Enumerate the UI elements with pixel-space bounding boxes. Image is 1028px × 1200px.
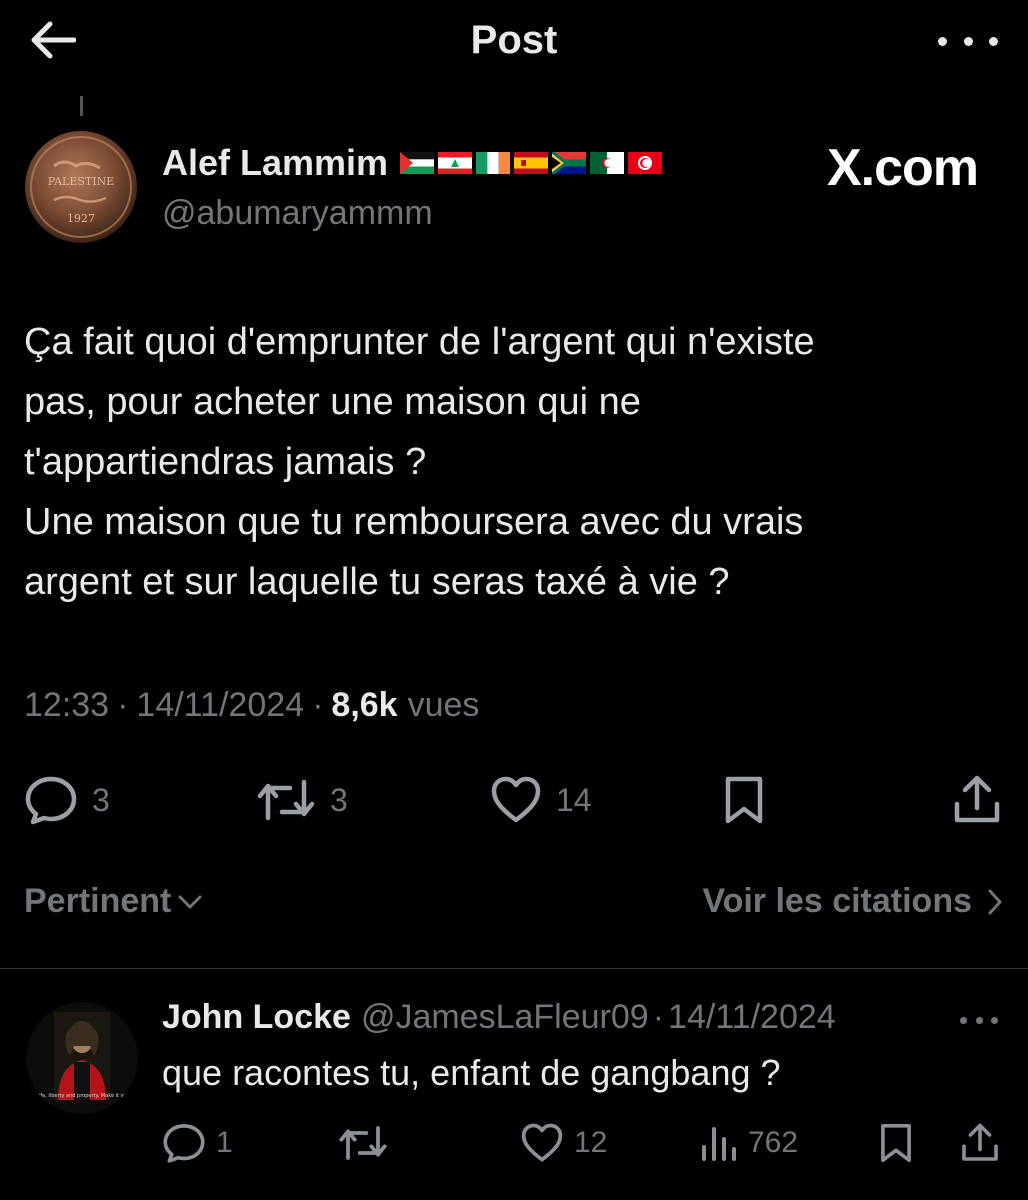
- reply-more-button[interactable]: [960, 1014, 998, 1026]
- post-text-line: Ça fait quoi d'emprunter de l'argent qui…: [24, 321, 815, 363]
- reply-bubble-icon: [25, 776, 77, 825]
- meta-separator: ·: [312, 686, 324, 724]
- watermark-x-com: X.com: [826, 139, 979, 197]
- reply-text: que racontes tu, enfant de gangbang ?: [162, 1052, 781, 1093]
- author-handle[interactable]: @abumaryammm: [162, 194, 433, 233]
- reply-header: John Locke @JamesLaFleur09 · 14/11/2024: [162, 998, 836, 1037]
- views-count[interactable]: 8,6k: [331, 686, 397, 725]
- coin-year: 1927: [67, 212, 95, 225]
- chevron-down-icon: [178, 895, 202, 908]
- flag-spain-icon: [514, 152, 549, 174]
- analytics-bars-icon: [702, 1127, 736, 1161]
- bookmark-button[interactable]: [722, 772, 766, 828]
- flag-algeria-icon: [590, 152, 625, 174]
- share-icon: [954, 775, 1000, 823]
- heart-icon: [521, 1123, 563, 1162]
- chevron-right-icon: [988, 889, 1002, 914]
- flag-lebanon-icon: [438, 152, 473, 174]
- palestine-coin-avatar: PALESTINE 1927: [25, 131, 137, 243]
- reply-author-avatar[interactable]: "Life, liberty and property. Make it so.…: [26, 1002, 138, 1114]
- ellipsis-dot: [960, 1016, 967, 1024]
- bookmark-icon: [725, 776, 763, 824]
- coin-inscription: PALESTINE: [48, 175, 115, 188]
- repost-icon: [257, 779, 315, 821]
- post-text-line: t'appartiendras jamais ?: [24, 441, 427, 483]
- top-bar: Post: [0, 0, 1028, 84]
- reply-reply-count: 1: [216, 1126, 233, 1159]
- reply-views-button[interactable]: 762: [700, 1118, 798, 1168]
- share-button[interactable]: [952, 772, 1002, 828]
- thread-connector: [80, 96, 83, 116]
- avatar-caption: "Life, liberty and property. Make it so.…: [34, 1093, 130, 1099]
- ellipsis-dot: [975, 1016, 983, 1024]
- more-options-button[interactable]: [938, 26, 998, 56]
- post-text-line: pas, pour acheter une maison qui ne: [24, 381, 641, 423]
- ellipsis-dot: [989, 36, 998, 46]
- sort-label: Pertinent: [24, 882, 172, 920]
- reply-author-name[interactable]: John Locke: [162, 998, 351, 1037]
- author-name[interactable]: Alef Lammim: [162, 142, 388, 184]
- ellipsis-dot: [963, 36, 973, 46]
- view-quotes-label: Voir les citations: [702, 882, 972, 920]
- flag-tunisia-icon: [628, 152, 663, 174]
- reply-bookmark-button[interactable]: [878, 1118, 914, 1168]
- reply-actions-bar: 1 12 762: [0, 1118, 1028, 1168]
- author-avatar[interactable]: PALESTINE 1927: [24, 130, 138, 244]
- divider: [0, 968, 1028, 969]
- reply-repost-button[interactable]: [338, 1118, 398, 1168]
- post-text-line: Une maison que tu remboursera avec du vr…: [24, 501, 804, 543]
- reply-reply-button[interactable]: 1: [162, 1118, 233, 1168]
- like-count: 14: [556, 781, 592, 818]
- repost-icon: [339, 1126, 387, 1160]
- meta-separator: ·: [652, 998, 665, 1036]
- post-time[interactable]: 12:33: [24, 686, 109, 725]
- flag-south-africa-icon: [552, 152, 587, 174]
- meta-separator: ·: [117, 686, 129, 724]
- ellipsis-dot: [938, 36, 947, 46]
- heart-icon: [491, 776, 541, 823]
- reply-like-button[interactable]: 12: [520, 1118, 607, 1168]
- reply-bubble-icon: [163, 1124, 205, 1163]
- flag-ireland-icon: [476, 152, 511, 174]
- flag-emojis: [400, 152, 663, 174]
- reply-views-count: 762: [748, 1126, 799, 1159]
- reply-like-count: 12: [574, 1126, 608, 1159]
- post-text-line: argent et sur laquelle tu seras taxé à v…: [24, 561, 730, 603]
- views-label: vues: [407, 686, 480, 724]
- reply-button[interactable]: 3: [24, 772, 110, 828]
- bookmark-icon: [881, 1123, 911, 1163]
- share-icon: [962, 1123, 998, 1161]
- replies-sort-bar: Pertinent Voir les citations: [24, 882, 1004, 930]
- page-title: Post: [470, 18, 558, 62]
- repost-count: 3: [330, 781, 348, 818]
- flag-palestine-icon: [400, 152, 435, 174]
- reply-count: 3: [92, 781, 110, 818]
- repost-button[interactable]: 3: [256, 772, 348, 828]
- sort-dropdown[interactable]: Pertinent: [24, 882, 203, 921]
- reply-share-button[interactable]: [960, 1118, 1000, 1168]
- like-button[interactable]: 14: [490, 772, 592, 828]
- portrait-avatar: "Life, liberty and property. Make it so.…: [26, 1002, 138, 1114]
- post-body: Ça fait quoi d'emprunter de l'argent qui…: [24, 312, 1004, 612]
- post-metadata: 12:33 · 14/11/2024 · 8,6k vues: [24, 686, 479, 725]
- author-name-row: Alef Lammim: [162, 142, 663, 184]
- reply-date[interactable]: 14/11/2024: [668, 998, 836, 1037]
- view-quotes-link[interactable]: Voir les citations: [702, 882, 1004, 921]
- post-actions-bar: 3 3 14: [0, 772, 1028, 828]
- reply-author-handle[interactable]: @JamesLaFleur09: [361, 998, 649, 1037]
- post-date[interactable]: 14/11/2024: [136, 686, 304, 725]
- ellipsis-dot: [991, 1016, 998, 1024]
